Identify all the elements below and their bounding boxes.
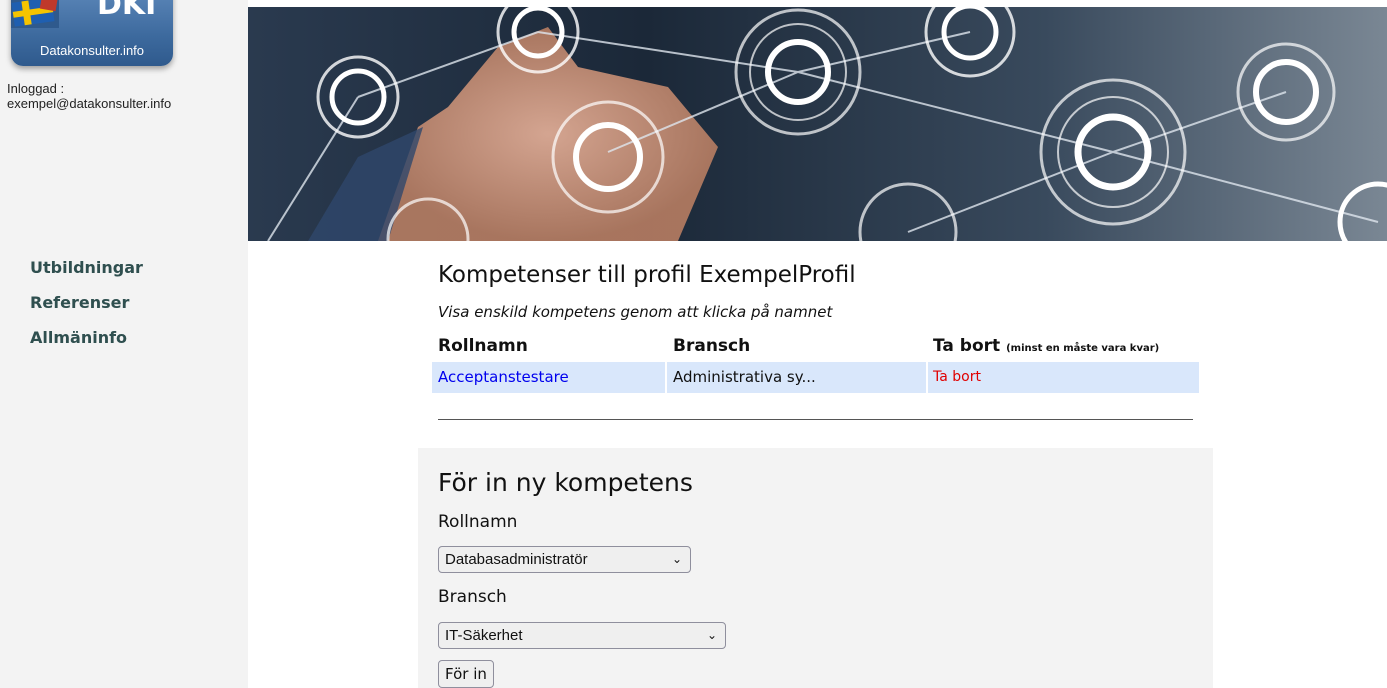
column-header-remove-label: Ta bort xyxy=(933,336,1001,356)
nav-allmaninfo[interactable]: Allmäninfo xyxy=(30,326,143,361)
side-nav: Utbildningar Referenser Allmäninfo xyxy=(30,256,143,361)
table-row: Acceptanstestare Administrativa sy... Ta… xyxy=(432,362,1199,393)
chevron-down-icon: ⌄ xyxy=(671,552,682,566)
login-email: exempel@datakonsulter.info xyxy=(7,96,172,111)
role-select-value: Databasadministratör xyxy=(445,551,588,568)
flag-icon xyxy=(11,0,59,28)
industry-select-value: IT-Säkerhet xyxy=(445,627,523,644)
site-logo[interactable]: DKI Datakonsulter.info xyxy=(11,0,173,66)
page-title: Kompetenser till profil ExempelProfil xyxy=(438,262,856,288)
column-header-remove: Ta bort (minst en måste vara kvar) xyxy=(933,336,1159,356)
column-header-role: Rollnamn xyxy=(438,336,528,356)
logo-mark: DKI xyxy=(97,0,157,22)
industry-cell: Administrativa sy... xyxy=(667,362,926,393)
sidebar: DKI Datakonsulter.info Inloggad : exempe… xyxy=(0,0,248,688)
submit-button[interactable]: För in xyxy=(438,660,494,688)
login-label: Inloggad : xyxy=(7,81,65,96)
login-info: Inloggad : exempel@datakonsulter.info xyxy=(7,81,171,111)
role-link[interactable]: Acceptanstestare xyxy=(432,362,665,393)
role-select[interactable]: Databasadministratör ⌄ xyxy=(438,546,691,573)
delete-link[interactable]: Ta bort xyxy=(928,362,1199,393)
nav-utbildningar[interactable]: Utbildningar xyxy=(30,256,143,291)
page-subtitle: Visa enskild kompetens genom att klicka … xyxy=(438,303,833,321)
industry-label: Bransch xyxy=(438,587,507,607)
chevron-down-icon: ⌄ xyxy=(706,628,717,642)
hero-banner-image xyxy=(248,7,1387,241)
nav-referenser[interactable]: Referenser xyxy=(30,291,143,326)
logo-brand: Datakonsulter.info xyxy=(39,43,145,58)
industry-select[interactable]: IT-Säkerhet ⌄ xyxy=(438,622,726,649)
divider xyxy=(438,419,1193,420)
form-heading: För in ny kompetens xyxy=(438,468,693,497)
column-header-industry: Bransch xyxy=(673,336,751,356)
role-label: Rollnamn xyxy=(438,512,518,532)
column-header-remove-note: (minst en måste vara kvar) xyxy=(1006,343,1160,354)
add-competence-form: För in ny kompetens Rollnamn Databasadmi… xyxy=(418,448,1213,688)
